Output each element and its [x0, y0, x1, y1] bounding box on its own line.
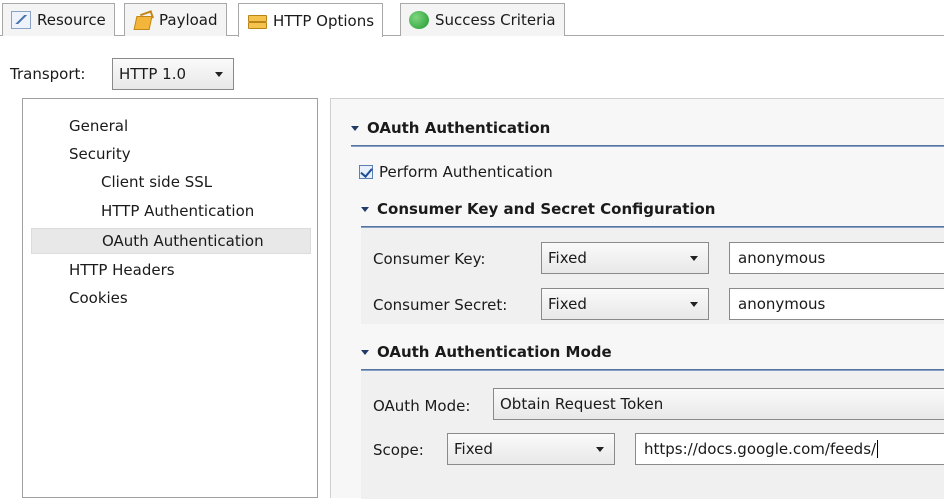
tree-item-label: General: [69, 117, 129, 135]
expand-triangle-icon: [361, 206, 369, 212]
perform-authentication-row[interactable]: Perform Authentication: [359, 163, 553, 181]
section-title: OAuth Authentication: [367, 119, 551, 137]
consumer-key-value: anonymous: [738, 249, 826, 267]
tree-item-label: OAuth Authentication: [102, 232, 264, 250]
transport-select[interactable]: HTTP 1.0: [112, 58, 234, 90]
consumer-section-header[interactable]: Consumer Key and Secret Configuration: [361, 200, 716, 218]
consumer-secret-label: Consumer Secret:: [373, 296, 508, 314]
section-title: OAuth Authentication Mode: [377, 343, 612, 361]
tree-item-security[interactable]: Security: [69, 145, 131, 163]
transport-label: Transport:: [10, 65, 86, 83]
text-caret: [877, 440, 879, 458]
tree-item-label: Client side SSL: [101, 173, 213, 191]
scope-value: https://docs.google.com/feeds/: [644, 440, 877, 458]
http-options-tree: General Security Client side SSL HTTP Au…: [22, 98, 318, 498]
transport-value: HTTP 1.0: [119, 65, 187, 83]
tree-item-http-authentication[interactable]: HTTP Authentication: [101, 202, 254, 220]
tab-label: HTTP Options: [273, 11, 375, 30]
tree-item-oauth-authentication[interactable]: OAuth Authentication: [31, 228, 311, 254]
oauth-mode-select[interactable]: Obtain Request Token: [493, 388, 944, 420]
chevron-down-icon: [690, 256, 698, 261]
expand-triangle-icon: [361, 349, 369, 355]
scope-mode-value: Fixed: [454, 440, 493, 458]
consumer-key-mode-select[interactable]: Fixed: [541, 242, 709, 274]
section-divider: [351, 145, 944, 147]
tree-item-label: Cookies: [69, 289, 128, 307]
scope-input[interactable]: https://docs.google.com/feeds/: [635, 433, 944, 465]
tree-item-label: HTTP Authentication: [101, 202, 255, 220]
tab-payload[interactable]: Payload: [124, 3, 227, 36]
tree-item-http-headers[interactable]: HTTP Headers: [69, 261, 175, 279]
http-options-icon: [247, 12, 267, 30]
tree-item-general[interactable]: General: [69, 117, 128, 135]
oauth-mode-section-header[interactable]: OAuth Authentication Mode: [361, 343, 612, 361]
resource-icon: [11, 11, 31, 29]
section-title: Consumer Key and Secret Configuration: [377, 200, 716, 218]
consumer-secret-input[interactable]: anonymous: [729, 288, 944, 320]
tab-success-criteria[interactable]: Success Criteria: [400, 3, 565, 36]
chevron-down-icon: [690, 302, 698, 307]
tab-resource[interactable]: Resource: [2, 3, 115, 36]
consumer-key-input[interactable]: anonymous: [729, 242, 944, 274]
consumer-secret-value: anonymous: [738, 295, 826, 313]
oauth-settings-panel: OAuth Authentication Perform Authenticat…: [330, 98, 944, 499]
tab-label: Resource: [37, 11, 106, 29]
perform-authentication-checkbox[interactable]: [359, 165, 373, 179]
editor-tab-bar: Resource Payload HTTP Options Success Cr…: [0, 0, 944, 37]
oauth-section-header[interactable]: OAuth Authentication: [351, 119, 550, 137]
oauth-mode-label: OAuth Mode:: [373, 397, 471, 415]
payload-icon: [133, 11, 153, 29]
consumer-secret-mode-select[interactable]: Fixed: [541, 288, 709, 320]
success-criteria-icon: [409, 11, 429, 29]
consumer-key-label: Consumer Key:: [373, 250, 486, 268]
tree-item-label: Security: [69, 145, 131, 163]
chevron-down-icon: [215, 72, 223, 77]
oauth-mode-value: Obtain Request Token: [500, 395, 664, 413]
tab-http-options[interactable]: HTTP Options: [238, 3, 384, 37]
scope-label: Scope:: [373, 441, 424, 459]
scope-mode-select[interactable]: Fixed: [447, 433, 615, 465]
tree-item-label: HTTP Headers: [69, 261, 175, 279]
consumer-key-mode-value: Fixed: [548, 249, 587, 267]
tab-label: Payload: [159, 11, 218, 29]
perform-authentication-label: Perform Authentication: [379, 163, 553, 181]
expand-triangle-icon: [351, 125, 359, 131]
tree-item-client-side-ssl[interactable]: Client side SSL: [101, 173, 212, 191]
tab-label: Success Criteria: [435, 11, 556, 29]
tree-item-cookies[interactable]: Cookies: [69, 289, 128, 307]
chevron-down-icon: [596, 447, 604, 452]
consumer-secret-mode-value: Fixed: [548, 295, 587, 313]
